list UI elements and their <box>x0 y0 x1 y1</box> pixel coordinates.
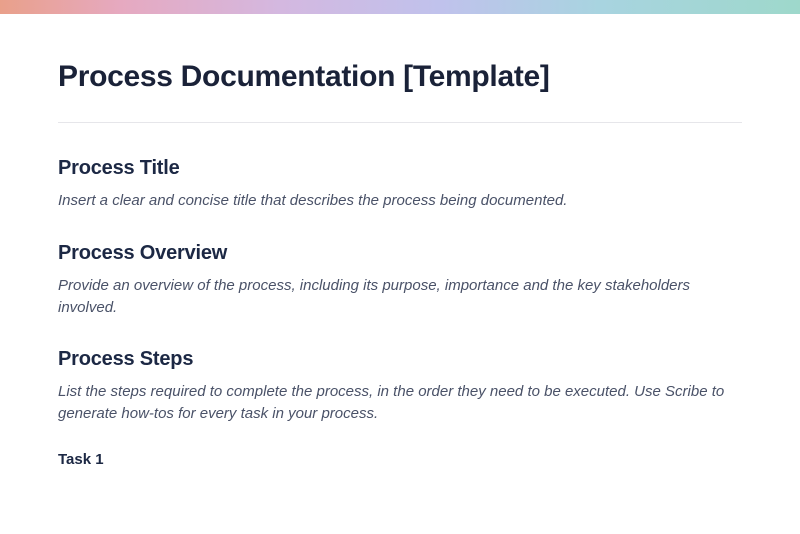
section-process-title: Process Title Insert a clear and concise… <box>58 157 742 212</box>
section-heading-process-title: Process Title <box>58 157 742 180</box>
section-heading-process-steps: Process Steps <box>58 348 742 371</box>
section-body-process-title: Insert a clear and concise title that de… <box>58 190 742 212</box>
section-process-steps: Process Steps List the steps required to… <box>58 348 742 468</box>
document-page: Process Documentation [Template] Process… <box>0 14 800 468</box>
title-divider <box>58 122 742 123</box>
section-body-process-overview: Provide an overview of the process, incl… <box>58 275 742 319</box>
section-heading-process-overview: Process Overview <box>58 242 742 265</box>
section-body-process-steps: List the steps required to complete the … <box>58 381 742 425</box>
document-title: Process Documentation [Template] <box>58 60 742 94</box>
header-gradient-bar <box>0 0 800 14</box>
section-process-overview: Process Overview Provide an overview of … <box>58 242 742 319</box>
task-heading-task-1: Task 1 <box>58 451 742 468</box>
